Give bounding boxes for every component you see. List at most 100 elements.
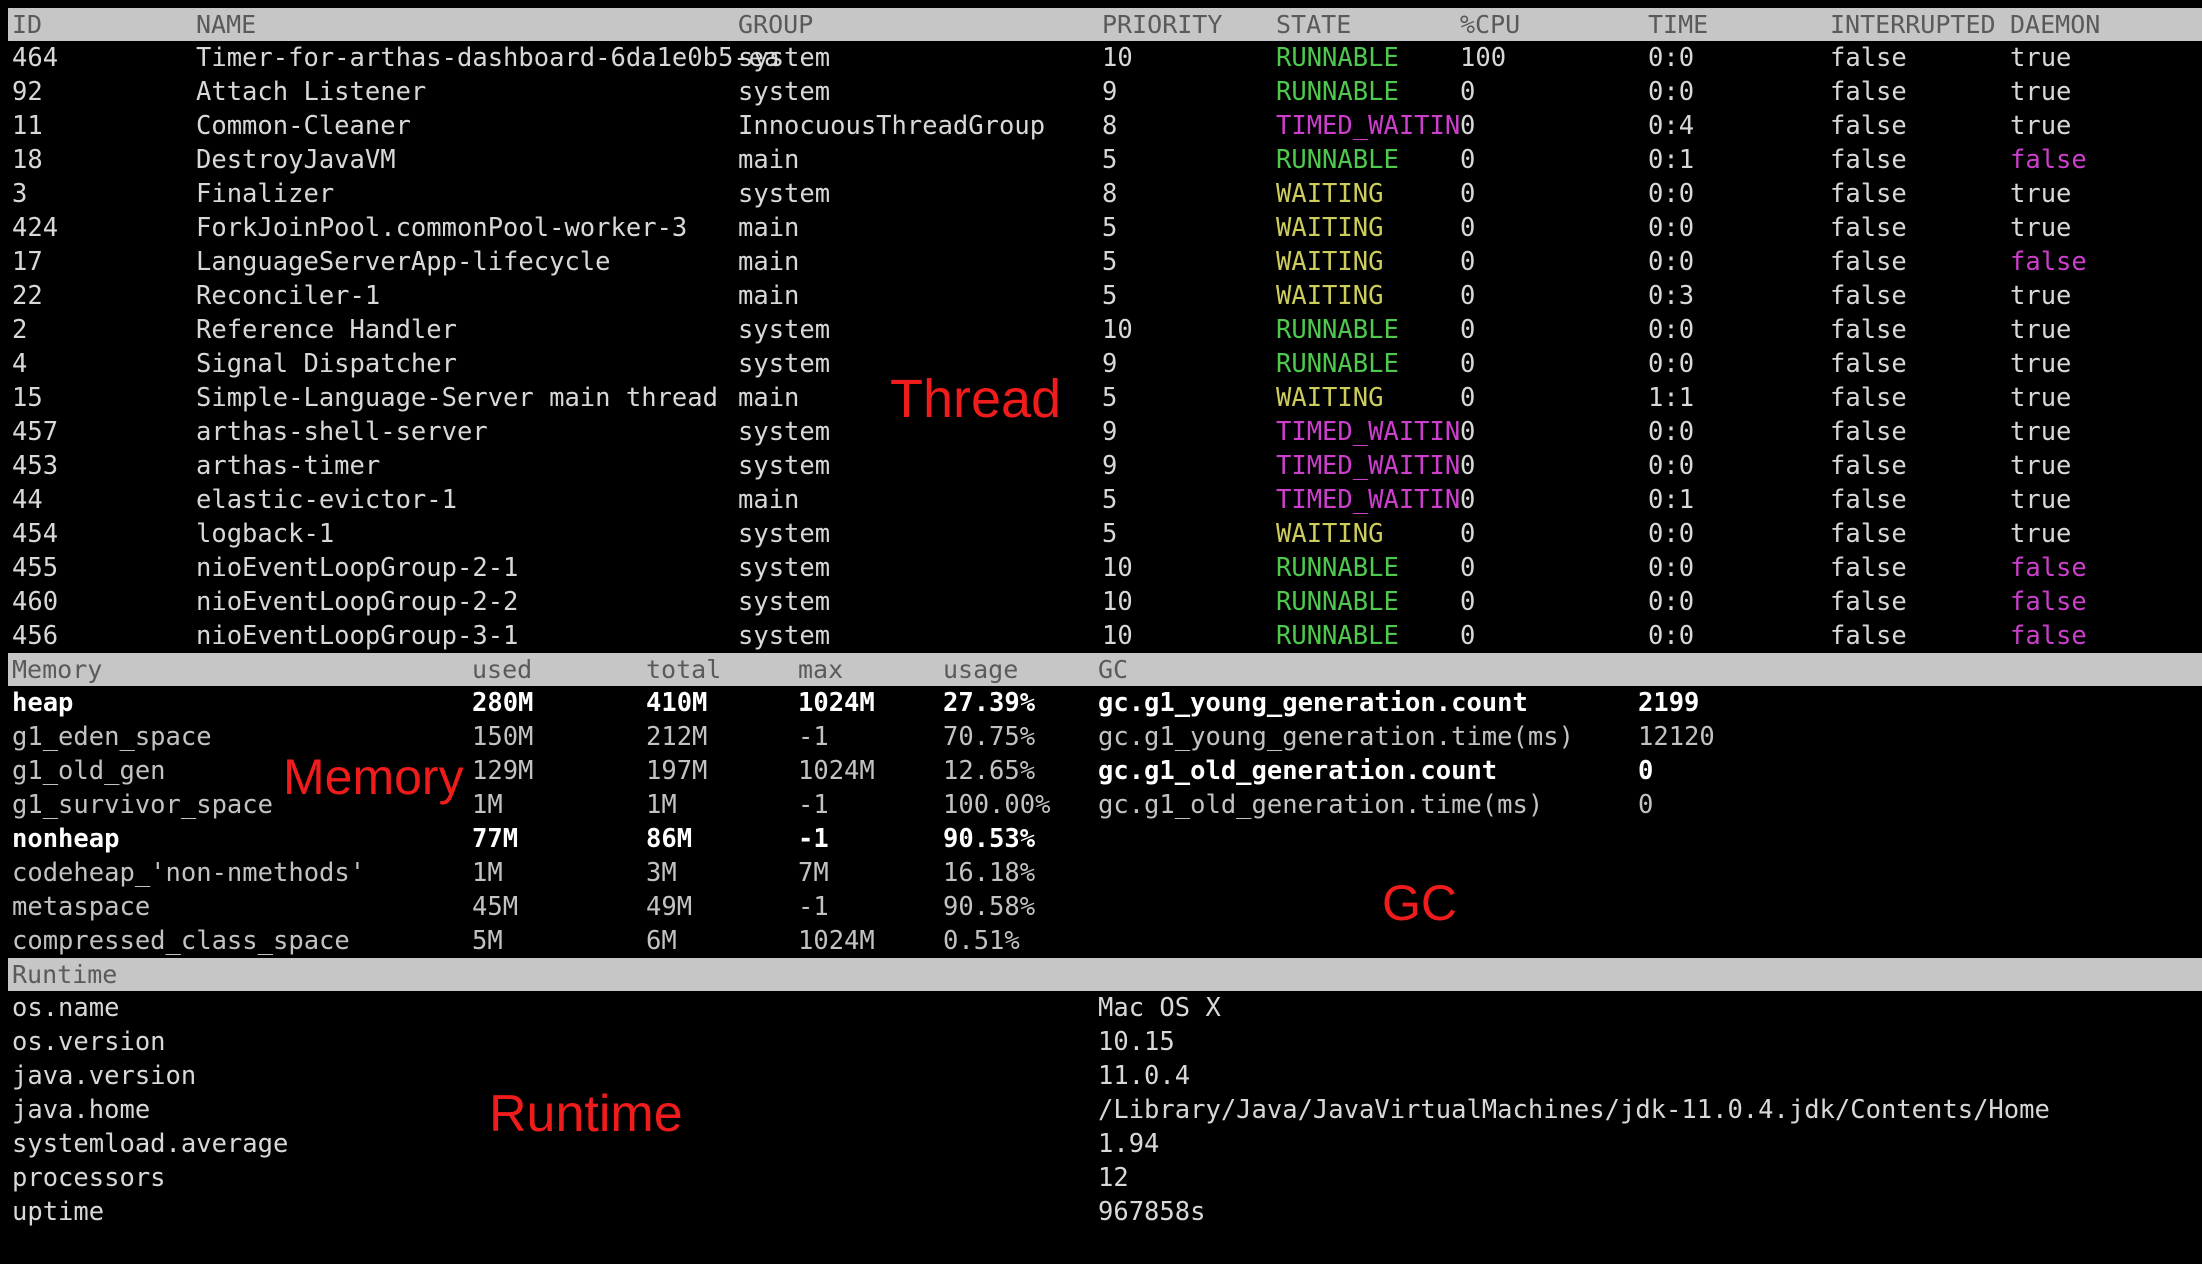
table-row[interactable]: 15 Simple-Language-Server main thread main… [8, 381, 2202, 415]
table-row[interactable]: 4 Signal Dispatcher system 9 RUNNABLE 0 0:0 fal… [8, 347, 2202, 381]
table-row[interactable]: processors 12 [8, 1161, 2202, 1195]
cell-priority: 10 [1102, 553, 1133, 583]
cell-memory-name: g1_old_gen [12, 756, 166, 786]
cell-memory-max: 1024M [798, 688, 875, 718]
table-row[interactable]: g1_eden_space 150M 212M -1 70.75% gc.g1_young… [8, 720, 2202, 754]
cell-state: RUNNABLE [1276, 43, 1399, 73]
column-header-memory[interactable]: Memory [12, 653, 102, 686]
table-row[interactable]: 92 Attach Listener system 9 RUNNABLE 0 0:0 fals… [8, 75, 2202, 109]
cell-interrupted: false [1830, 451, 1907, 481]
table-row[interactable]: 17 LanguageServerApp-lifecycle main 5 WAITIN… [8, 245, 2202, 279]
column-header-name[interactable]: NAME [196, 8, 256, 41]
column-header-max[interactable]: max [798, 653, 843, 686]
cell-daemon: true [2010, 43, 2072, 73]
cell-interrupted: false [1830, 43, 1907, 73]
table-row[interactable]: 3 Finalizer system 8 WAITING 0 0:0 false true [8, 177, 2202, 211]
cell-name: Reconciler-1 [196, 281, 381, 311]
cell-time: 0:0 [1648, 77, 1695, 107]
arthas-dashboard-terminal: ID NAME GROUP PRIORITY STATE %CPU TIME I… [0, 0, 2202, 1264]
table-row[interactable]: 460 nioEventLoopGroup-2-2 system 10 RUNNABLE… [8, 585, 2202, 619]
cell-priority: 10 [1102, 621, 1133, 651]
table-row[interactable]: 424 ForkJoinPool.commonPool-worker-3 main 5… [8, 211, 2202, 245]
column-header-total[interactable]: total [646, 653, 721, 686]
table-row[interactable]: heap 280M 410M 1024M 27.39% gc.g1_young_gener… [8, 686, 2202, 720]
cell-state: RUNNABLE [1276, 315, 1399, 345]
column-header-priority[interactable]: PRIORITY [1102, 8, 1222, 41]
cell-group: system [738, 43, 831, 73]
table-row[interactable]: os.version 10.15 [8, 1025, 2202, 1059]
table-row[interactable]: 2 Reference Handler system 10 RUNNABLE 0 0:0 fa… [8, 313, 2202, 347]
cell-memory-used: 280M [472, 688, 534, 718]
table-row[interactable]: nonheap 77M 86M -1 90.53% [8, 822, 2202, 856]
cell-id: 18 [12, 145, 43, 175]
cell-memory-name: nonheap [12, 824, 120, 854]
table-row[interactable]: 457 arthas-shell-server system 9 TIMED_WAITI… [8, 415, 2202, 449]
column-header-id[interactable]: ID [12, 8, 42, 41]
table-row[interactable]: metaspace 45M 49M -1 90.58% [8, 890, 2202, 924]
cell-priority: 5 [1102, 519, 1118, 549]
cell-interrupted: false [1830, 315, 1907, 345]
table-row[interactable]: os.name Mac OS X [8, 991, 2202, 1025]
cell-time: 0:1 [1648, 485, 1695, 515]
table-row[interactable]: 22 Reconciler-1 main 5 WAITING 0 0:3 false true [8, 279, 2202, 313]
memory-table-body: heap 280M 410M 1024M 27.39% gc.g1_young_gener… [8, 686, 2202, 958]
table-row[interactable]: 455 nioEventLoopGroup-2-1 system 10 RUNNABLE… [8, 551, 2202, 585]
table-row[interactable]: g1_survivor_space 1M 1M -1 100.00% gc.g1_old_… [8, 788, 2202, 822]
column-header-used[interactable]: used [472, 653, 532, 686]
cell-group: system [738, 349, 831, 379]
table-row[interactable]: 11 Common-Cleaner InnocuousThreadGroup 8 TIM… [8, 109, 2202, 143]
table-row[interactable]: java.home/Library/Java/JavaVirtualMachin… [8, 1093, 2202, 1127]
table-row[interactable]: uptime 967858s [8, 1195, 2202, 1229]
cell-cpu: 0 [1460, 349, 1476, 379]
cell-time: 0:1 [1648, 145, 1695, 175]
cell-state: RUNNABLE [1276, 77, 1399, 107]
cell-interrupted: false [1830, 383, 1907, 413]
column-header-usage[interactable]: usage [943, 653, 1018, 686]
column-header-state[interactable]: STATE [1276, 8, 1351, 41]
cell-priority: 5 [1102, 383, 1118, 413]
column-header-cpu[interactable]: %CPU [1460, 8, 1520, 41]
table-row[interactable]: codeheap_'non-nmethods' 1M 3M 7M 16.18% [8, 856, 2202, 890]
cell-state: WAITING [1276, 179, 1384, 209]
table-row[interactable]: compressed_class_space 5M 6M 1024M 0.51% [8, 924, 2202, 958]
table-row[interactable]: 454 logback-1 system 5 WAITING 0 0:0 false true [8, 517, 2202, 551]
column-header-gc[interactable]: GC [1098, 653, 1128, 686]
cell-cpu: 0 [1460, 553, 1476, 583]
table-row[interactable]: systemload.average 1.94 [8, 1127, 2202, 1161]
column-header-daemon[interactable]: DAEMON [2010, 8, 2100, 41]
column-header-interrupted[interactable]: INTERRUPTED [1830, 8, 1996, 41]
cell-runtime-value: Mac OS X [1098, 993, 1221, 1023]
table-row[interactable]: 464 Timer-for-arthas-dashboard-6da1e0b5-e… [8, 41, 2202, 75]
table-row[interactable]: g1_old_gen 129M 197M 1024M 12.65% gc.g1_old_g… [8, 754, 2202, 788]
cell-group: main [738, 485, 800, 515]
cell-cpu: 0 [1460, 145, 1476, 175]
cell-priority: 5 [1102, 485, 1118, 515]
cell-daemon: true [2010, 111, 2072, 141]
cell-gc-name: gc.g1_young_generation.time(ms) [1098, 722, 1574, 752]
cell-id: 22 [12, 281, 43, 311]
cell-state: WAITING [1276, 281, 1384, 311]
cell-memory-used: 129M [472, 756, 534, 786]
cell-group: InnocuousThreadGroup [738, 111, 1046, 141]
table-row[interactable]: 18 DestroyJavaVM main 5 RUNNABLE 0 0:1 false fal… [8, 143, 2202, 177]
column-header-runtime[interactable]: Runtime [12, 958, 117, 991]
table-row[interactable]: 453 arthas-timer system 9 TIMED_WAITIN 0 0:0 fa… [8, 449, 2202, 483]
cell-group: system [738, 553, 831, 583]
cell-name: Timer-for-arthas-dashboard-6da1e0b5-ea [196, 43, 780, 73]
table-row[interactable]: 44 elastic-evictor-1 main 5 TIMED_WAITIN 0 0:1… [8, 483, 2202, 517]
cell-id: 456 [12, 621, 59, 651]
cell-memory-total: 6M [646, 926, 677, 956]
runtime-table-header: Runtime [8, 958, 2202, 991]
table-row[interactable]: 456 nioEventLoopGroup-3-1 system 10 RUNNABLE… [8, 619, 2202, 653]
column-header-time[interactable]: TIME [1648, 8, 1708, 41]
table-row[interactable]: java.version 11.0.4 [8, 1059, 2202, 1093]
cell-group: main [738, 247, 800, 277]
cell-time: 0:0 [1648, 43, 1695, 73]
column-header-group[interactable]: GROUP [738, 8, 813, 41]
cell-time: 0:0 [1648, 417, 1695, 447]
cell-memory-usage: 0.51% [943, 926, 1020, 956]
cell-id: 3 [12, 179, 28, 209]
cell-runtime-value: 967858s [1098, 1197, 1206, 1227]
cell-group: main [738, 145, 800, 175]
cell-interrupted: false [1830, 77, 1907, 107]
